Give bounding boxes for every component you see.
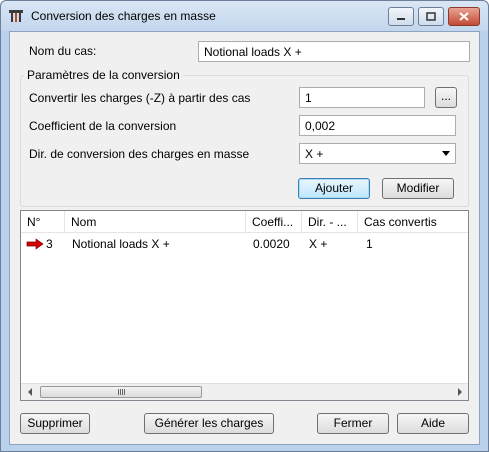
row-cases: 1 [366,237,373,251]
coef-label: Coefficient de la conversion [29,119,177,133]
dialog-client: Nom du cas: Notional loads X + Paramètre… [9,31,480,445]
maximize-icon [426,12,436,21]
direction-select[interactable]: X + [299,143,456,164]
title-bar[interactable]: Conversion des charges en masse [1,1,488,31]
dir-label: Dir. de conversion des charges en masse [29,147,250,161]
scroll-thumb[interactable] [40,386,202,398]
case-name-label: Nom du cas: [29,44,97,58]
close-dialog-button[interactable]: Fermer [317,413,389,434]
conversion-list[interactable]: N° Nom Coeffi... Dir. - ... Cas converti… [20,210,469,401]
modify-button[interactable]: Modifier [382,178,454,199]
maximize-button[interactable] [418,7,444,26]
group-title: Paramètres de la conversion [24,68,183,82]
direction-value: X + [305,147,324,161]
arrow-right-icon [26,238,44,250]
list-header: N° Nom Coeffi... Dir. - ... Cas converti… [21,211,468,233]
minimize-icon [397,17,405,20]
convert-label: Convertir les charges (-Z) à partir des … [29,91,251,105]
minimize-button[interactable] [388,7,414,26]
browse-button[interactable]: ... [435,87,457,108]
row-name: Notional loads X + [72,237,170,251]
close-icon [459,12,469,21]
delete-button[interactable]: Supprimer [20,413,90,434]
col-coef[interactable]: Coeffi... [246,211,302,233]
col-dir[interactable]: Dir. - ... [302,211,358,233]
row-num: 3 [46,237,53,251]
add-button[interactable]: Ajouter [298,178,370,199]
delete-label: Supprimer [27,416,83,430]
row-coef: 0.0020 [253,237,290,251]
convert-cases-input[interactable]: 1 [299,87,425,108]
browse-label: ... [440,89,451,103]
horizontal-scrollbar[interactable] [21,383,468,400]
close-label: Fermer [333,416,373,430]
generate-label: Générer les charges [154,416,264,430]
row-dir: X + [309,237,328,251]
help-label: Aide [420,416,446,430]
beam-icon [9,10,23,22]
close-button[interactable] [448,7,480,26]
scroll-left-icon[interactable] [21,384,38,400]
dialog-window: Conversion des charges en masse Nom du c… [0,0,489,452]
generate-button[interactable]: Générer les charges [144,413,274,434]
window-title: Conversion des charges en masse [31,9,216,23]
case-name-input[interactable]: Notional loads X + [198,41,470,62]
help-button[interactable]: Aide [397,413,469,434]
grip-icon [117,389,125,395]
modify-label: Modifier [396,181,440,195]
coef-input[interactable]: 0,002 [299,115,456,136]
add-label: Ajouter [314,181,354,195]
col-name[interactable]: Nom [65,211,246,233]
col-cases[interactable]: Cas convertis [358,211,468,233]
table-row[interactable]: 3 Notional loads X + 0.0020 X + 1 [21,235,468,253]
chevron-down-icon [442,151,450,156]
scroll-right-icon[interactable] [451,384,468,400]
col-num[interactable]: N° [21,211,65,233]
